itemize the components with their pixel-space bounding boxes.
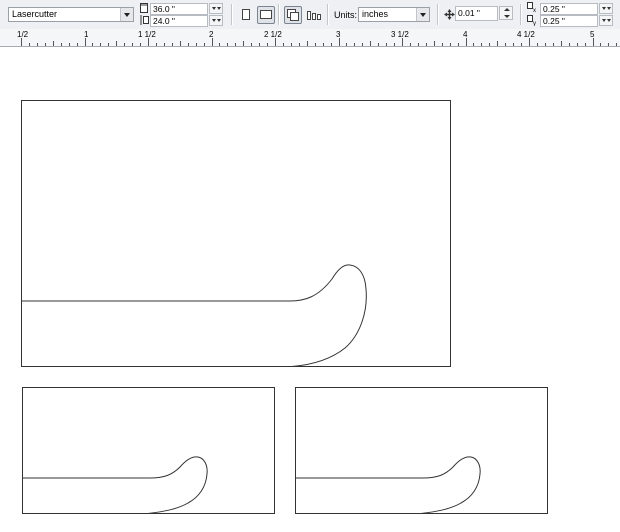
ruler-label: 1/2	[17, 30, 29, 39]
ruler-label: 1 1/2	[138, 30, 156, 39]
page-width-icon	[140, 3, 148, 15]
current-page-icon	[307, 11, 321, 20]
toolbar-separator	[520, 4, 522, 25]
ruler-label: 4	[463, 30, 468, 39]
ruler-label: 4 1/2	[517, 30, 535, 39]
page-width-value: 36.0 "	[153, 4, 175, 14]
duplicate-y-value: 0.25 "	[543, 16, 565, 26]
nudge-value: 0.01 "	[458, 8, 480, 18]
units-value: inches	[362, 9, 389, 19]
page-height-icon	[140, 15, 149, 27]
current-page-button[interactable]	[305, 6, 323, 24]
small-panel-right-rectangle[interactable]	[295, 387, 548, 514]
large-panel-curve[interactable]	[21, 264, 367, 367]
portrait-icon	[242, 9, 250, 20]
landscape-button[interactable]	[257, 6, 275, 24]
property-bar: Lasercutter 36.0 " 24.0 " Units: inches	[0, 0, 620, 30]
ruler-label: 3	[336, 30, 341, 39]
duplicate-x-value: 0.25 "	[543, 4, 565, 14]
ruler-label: 3 1/2	[391, 30, 409, 39]
page-height-spinner[interactable]	[209, 15, 223, 26]
page-height-value: 24.0 "	[153, 16, 175, 26]
duplicate-x-icon: x	[527, 2, 539, 15]
page-width-spinner[interactable]	[209, 3, 223, 14]
small-panel-left-rectangle[interactable]	[22, 387, 275, 514]
nudge-field[interactable]: 0.01 "	[455, 6, 498, 21]
duplicate-x-field[interactable]: 0.25 "	[540, 3, 598, 15]
page-height-field[interactable]: 24.0 "	[150, 15, 208, 27]
toolbar-separator	[278, 4, 280, 25]
drawing-area	[21, 100, 548, 514]
svg-text:x: x	[533, 8, 536, 13]
page-preset-dropdown[interactable]: Lasercutter	[8, 7, 134, 22]
horizontal-ruler[interactable]: 1/2 1 1 1/2 2 2 1/2 3 3 1/2 4 4 1/2 5	[0, 29, 620, 47]
ruler-label: 2	[209, 30, 214, 39]
small-panel-left-curve[interactable]	[22, 456, 208, 514]
ruler-label: 2 1/2	[264, 30, 282, 39]
chevron-down-icon	[120, 8, 133, 21]
duplicate-y-icon: y	[527, 15, 539, 28]
nudge-icon	[444, 9, 455, 22]
small-panel-right-curve[interactable]	[295, 456, 481, 514]
svg-text:y: y	[533, 21, 536, 26]
units-dropdown[interactable]: inches	[358, 7, 430, 22]
landscape-icon	[260, 10, 272, 19]
portrait-button[interactable]	[237, 6, 255, 24]
duplicate-y-field[interactable]: 0.25 "	[540, 15, 598, 27]
duplicate-y-spinner[interactable]	[599, 15, 613, 26]
duplicate-x-spinner[interactable]	[599, 3, 613, 14]
nudge-spinner[interactable]	[499, 6, 513, 20]
ruler-label: 1	[84, 30, 89, 39]
page-preset-value: Lasercutter	[12, 9, 58, 19]
drawing-canvas[interactable]	[0, 47, 620, 532]
chevron-down-icon	[416, 8, 429, 21]
ruler-label: 5	[590, 30, 595, 39]
toolbar-separator	[231, 4, 233, 25]
toolbar-separator	[437, 4, 439, 25]
all-pages-button[interactable]	[284, 6, 302, 24]
all-pages-icon	[287, 9, 299, 21]
units-label: Units:	[334, 10, 358, 20]
large-panel-rectangle[interactable]	[21, 100, 451, 367]
page-width-field[interactable]: 36.0 "	[150, 3, 208, 15]
toolbar-separator	[327, 4, 329, 25]
